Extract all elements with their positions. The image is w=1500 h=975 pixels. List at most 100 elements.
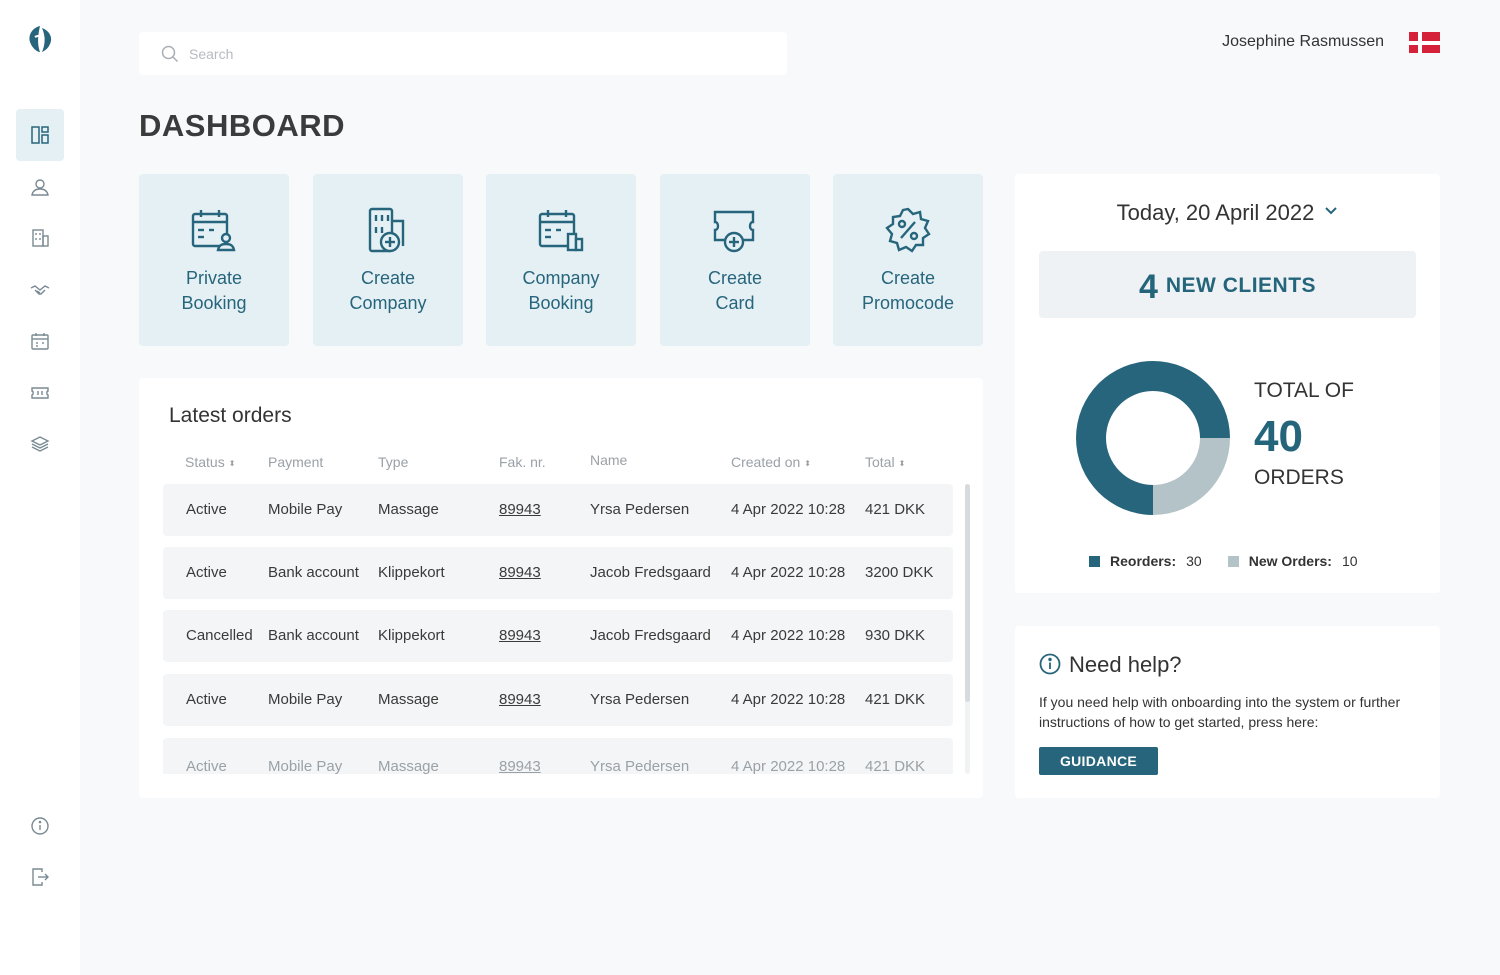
nav-companies[interactable] (16, 212, 64, 264)
nav-dashboard[interactable] (16, 109, 64, 161)
total-orders-label: ORDERS (1254, 466, 1344, 489)
search-bar (139, 32, 787, 75)
orders-table-header: Status ⬍ Payment Type Fak. nr. Name Creat… (163, 450, 953, 474)
info-icon (31, 817, 49, 835)
cell-payment: Bank account (268, 627, 359, 644)
column-header-created-on[interactable]: Created on ⬍ (731, 454, 811, 470)
cell-name: Yrsa Pedersen (590, 501, 690, 518)
stats-panel: Today, 20 April 2022 4 NEW CLIENTS TOTAL … (1015, 174, 1440, 593)
card-plus-icon (713, 210, 755, 253)
table-row[interactable]: Active Bank account Klippekort 89943 Jac… (163, 547, 953, 599)
tile-label: Create Card (707, 268, 763, 313)
cell-type: Klippekort (378, 564, 445, 581)
date-selector[interactable]: Today, 20 April 2022 (1015, 200, 1440, 226)
cell-created-on: 4 Apr 2022 10:28 (731, 758, 846, 774)
sort-icon: ⬍ (898, 459, 906, 468)
orders-scrollbar-thumb[interactable] (965, 484, 970, 702)
new-clients-card: 4 NEW CLIENTS (1039, 251, 1416, 318)
cell-created-on: 4 Apr 2022 10:28 (731, 691, 846, 708)
help-panel: Need help? If you need help with onboard… (1015, 626, 1440, 798)
user-name[interactable]: Josephine Rasmussen (1222, 33, 1384, 51)
cell-name: Yrsa Pedersen (590, 691, 690, 708)
create-company-button[interactable]: Create Company (313, 174, 463, 346)
calendar-building-icon (538, 210, 584, 252)
cell-total: 930 DKK (865, 627, 926, 644)
cell-status: Cancelled (186, 627, 253, 644)
cell-type: Klippekort (378, 627, 445, 644)
slice-new-orders (1153, 438, 1230, 515)
cell-created-on: 4 Apr 2022 10:28 (731, 627, 846, 644)
logo-icon[interactable] (25, 24, 55, 54)
cell-fak-nr-link[interactable]: 89943 (499, 501, 541, 518)
cell-status: Active (186, 691, 227, 708)
legend-value: 30 (1186, 553, 1202, 569)
tile-label: Create Promocode (861, 268, 955, 313)
nav-cards[interactable] (16, 367, 64, 419)
building-icon (32, 229, 49, 247)
help-text: If you need help with onboarding into th… (1039, 694, 1401, 730)
cell-fak-nr-link[interactable]: 89943 (499, 564, 541, 581)
cell-fak-nr-link[interactable]: 89943 (499, 691, 541, 708)
tile-label: Company Booking (522, 268, 600, 313)
legend-swatch-new-orders (1227, 556, 1239, 567)
nav-info[interactable] (16, 800, 64, 852)
tile-label: Private Booking (181, 268, 247, 313)
nav-calendar[interactable] (16, 315, 64, 367)
orders-title: Latest orders (169, 404, 292, 427)
legend-label: New Orders: (1248, 553, 1332, 569)
help-title-text: Need help? (1069, 652, 1182, 677)
cell-total: 421 DKK (865, 758, 926, 774)
sidebar (0, 0, 80, 975)
ticket-icon (31, 387, 49, 399)
legend-label: Reorders: (1110, 553, 1177, 569)
column-header-name: Name (590, 452, 628, 468)
cell-fak-nr-link[interactable]: 89943 (499, 627, 541, 644)
cell-status: Active (186, 501, 227, 518)
column-header-status[interactable]: Status ⬍ (185, 454, 235, 470)
search-input[interactable] (189, 45, 749, 62)
sort-icon: ⬍ (228, 459, 236, 468)
new-clients-count: 4 (1138, 268, 1158, 306)
cell-status: Active (186, 564, 227, 581)
cell-name: Jacob Fredsgaard (590, 564, 711, 581)
layers-icon (30, 436, 50, 452)
cell-name: Jacob Fredsgaard (590, 627, 711, 644)
cell-fak-nr-link[interactable]: 89943 (499, 758, 541, 774)
dashboard-icon (31, 126, 49, 144)
logout-icon (32, 868, 49, 886)
cell-created-on: 4 Apr 2022 10:28 (731, 501, 846, 518)
table-row[interactable]: Cancelled Bank account Klippekort 89943 … (163, 610, 953, 662)
new-clients-label: NEW CLIENTS (1165, 273, 1317, 297)
page-title: DASHBOARD (139, 108, 345, 143)
guidance-button[interactable]: GUIDANCE (1039, 747, 1158, 775)
cell-type: Massage (378, 758, 439, 774)
table-row[interactable]: Active Mobile Pay Massage 89943 Yrsa Ped… (163, 674, 953, 726)
column-header-total[interactable]: Total ⬍ (865, 454, 905, 470)
chart-legend: Reorders: 30 New Orders: 10 (1089, 553, 1384, 569)
cell-payment: Mobile Pay (268, 758, 343, 774)
orders-donut-chart (1076, 361, 1230, 515)
danish-flag-icon[interactable] (1409, 32, 1440, 53)
percent-badge-icon (885, 207, 931, 253)
private-booking-button[interactable]: Private Booking (139, 174, 289, 346)
handshake-icon (30, 285, 50, 295)
cell-type: Massage (378, 691, 439, 708)
table-row[interactable]: Active Mobile Pay Massage 89943 Yrsa Ped… (163, 484, 953, 536)
nav-logout[interactable] (16, 851, 64, 903)
calendar-icon (31, 333, 49, 350)
nav-services[interactable] (16, 418, 64, 470)
create-promocode-button[interactable]: Create Promocode (833, 174, 983, 346)
column-header-fak-nr: Fak. nr. (499, 454, 546, 470)
nav-clients[interactable] (16, 161, 64, 213)
company-booking-button[interactable]: Company Booking (486, 174, 636, 346)
chevron-down-icon (1325, 207, 1338, 215)
help-title: Need help? (1039, 652, 1182, 678)
cell-payment: Mobile Pay (268, 691, 343, 708)
column-header-type: Type (378, 454, 409, 470)
create-card-button[interactable]: Create Card (660, 174, 810, 346)
latest-orders-panel: Latest orders Status ⬍ Payment Type Fak. … (139, 378, 983, 798)
table-row[interactable]: Active Mobile Pay Massage 89943 Yrsa Ped… (163, 738, 953, 774)
sort-icon: ⬍ (804, 459, 811, 468)
orders-table-body[interactable]: Active Mobile Pay Massage 89943 Yrsa Ped… (163, 484, 953, 774)
nav-partners[interactable] (16, 264, 64, 316)
